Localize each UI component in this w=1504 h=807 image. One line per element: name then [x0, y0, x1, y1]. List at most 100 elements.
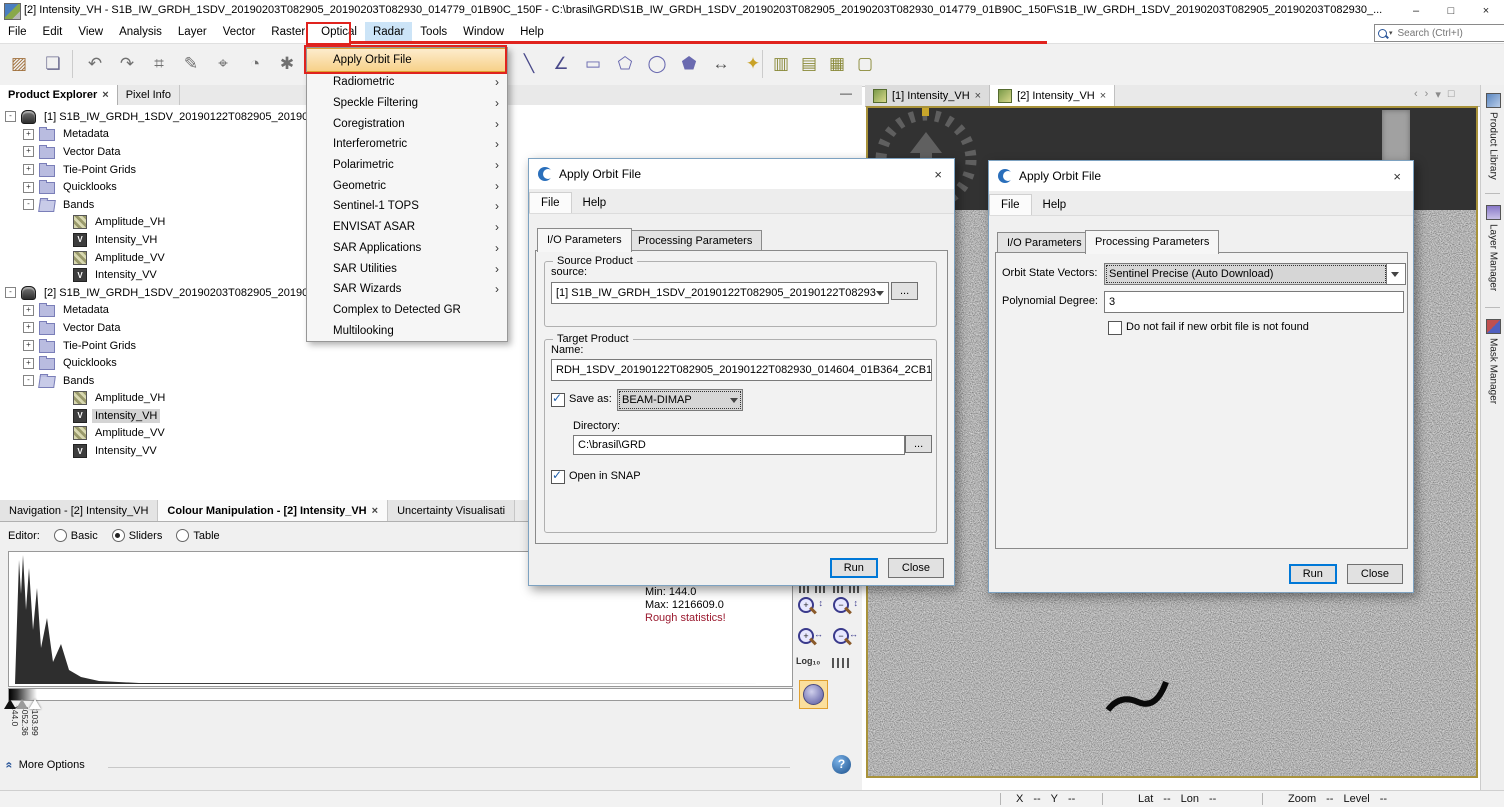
tab-io-parameters[interactable]: I/O Parameters [537, 228, 632, 252]
polygon-tool-icon[interactable]: ⬠ [612, 51, 638, 77]
dialog-menu-file[interactable]: File [529, 192, 572, 213]
tab-io-parameters[interactable]: I/O Parameters [997, 232, 1092, 253]
help-button[interactable]: ? [832, 755, 851, 774]
dock-tab-product-library[interactable]: Product Library [1484, 93, 1502, 180]
collapse-icon[interactable]: - [5, 111, 16, 122]
tie-point-grid-icon[interactable]: ⌗ [146, 51, 172, 77]
next-view-icon[interactable]: › [1425, 88, 1429, 101]
close-icon[interactable]: × [1100, 90, 1106, 102]
close-button[interactable]: Close [888, 558, 944, 578]
tree-item-label[interactable]: Vector Data [60, 321, 123, 335]
editor-table-radio[interactable]: Table [176, 529, 219, 542]
tree-item-label[interactable]: Amplitude_VV [92, 251, 168, 265]
radar-menu-multilooking[interactable]: Multilooking [307, 320, 507, 341]
close-icon[interactable]: × [1390, 169, 1404, 184]
radar-menu-sar-utilities[interactable]: SAR Utilities› [307, 258, 507, 279]
tree-item-label[interactable]: Tie-Point Grids [60, 163, 139, 177]
tree-item-label[interactable]: Amplitude_VH [92, 215, 168, 229]
do-not-fail-checkbox[interactable] [1108, 321, 1122, 335]
log-scale-button[interactable]: Log₁₀ [796, 656, 820, 666]
tree-item-label[interactable]: Quicklooks [60, 180, 120, 194]
tree-item-label[interactable]: Intensity_VH [92, 233, 160, 247]
close-icon[interactable]: × [372, 505, 378, 517]
expand-icon[interactable]: + [23, 358, 34, 369]
line-tool-icon[interactable]: ╲ [516, 51, 542, 77]
tree-item-label[interactable]: Metadata [60, 127, 112, 141]
menu-help[interactable]: Help [512, 22, 552, 43]
ellipse-tool-icon[interactable]: ◯ [644, 51, 670, 77]
polynomial-degree-input[interactable]: 3 [1104, 291, 1404, 313]
expand-icon[interactable]: + [23, 182, 34, 193]
search-input[interactable] [1396, 27, 1504, 40]
do-not-fail-label[interactable]: Do not fail if new orbit file is not fou… [1126, 321, 1309, 333]
node-link-icon[interactable]: ✱ [274, 51, 300, 77]
menu-optical[interactable]: Optical [313, 22, 365, 43]
zoom-in-horizontal-icon[interactable]: +↔ [797, 627, 823, 651]
close-window-icon[interactable]: × [1470, 0, 1502, 22]
roi-icon[interactable]: ◔ [242, 51, 268, 77]
radar-menu-speckle-filtering[interactable]: Speckle Filtering› [307, 93, 507, 114]
tile-grid-icon[interactable]: ▦ [824, 51, 850, 77]
close-icon[interactable]: × [975, 90, 981, 102]
run-button[interactable]: Run [1289, 564, 1337, 584]
run-button[interactable]: Run [830, 558, 878, 578]
menu-window[interactable]: Window [455, 22, 512, 43]
quick-search-box[interactable]: ▾ [1374, 24, 1504, 42]
max-slider-handle[interactable] [29, 699, 41, 709]
editor-basic-radio[interactable]: Basic [54, 529, 98, 542]
tab-pixel-info[interactable]: Pixel Info [118, 85, 180, 105]
dialog-menu-help[interactable]: Help [572, 193, 618, 213]
source-browse-button[interactable]: ... [891, 282, 918, 300]
orbit-combo-chevron[interactable] [1386, 263, 1406, 285]
close-button[interactable]: Close [1347, 564, 1403, 584]
expand-icon[interactable]: + [23, 129, 34, 140]
tree-item-label[interactable]: Bands [60, 198, 97, 212]
collapse-icon[interactable]: - [23, 199, 34, 210]
tab-processing-parameters[interactable]: Processing Parameters [1085, 230, 1219, 254]
open-product-icon[interactable]: ▨ [6, 51, 32, 77]
tab-processing-parameters[interactable]: Processing Parameters [628, 230, 762, 251]
target-name-input[interactable]: RDH_1SDV_20190122T082905_20190122T082930… [551, 359, 932, 381]
tab-colour-manipulation-2-intensity-vh[interactable]: Colour Manipulation - [2] Intensity_VH× [158, 500, 388, 521]
directory-input[interactable]: C:\brasil\GRD [573, 435, 905, 455]
tree-item-label[interactable]: Intensity_VH [92, 409, 160, 423]
tree-item-label[interactable]: Tie-Point Grids [60, 339, 139, 353]
rectangle-tool-icon[interactable]: ▭ [580, 51, 606, 77]
open-in-snap-checkbox[interactable] [551, 470, 565, 484]
magic-wand-icon[interactable]: ✦ [740, 51, 766, 77]
min-slider-handle[interactable] [4, 699, 16, 709]
zoom-out-vertical-icon[interactable]: −↕ [832, 596, 858, 620]
dialog-titlebar[interactable]: Apply Orbit File × [529, 159, 954, 189]
tab-navigation-2-intensity-vh[interactable]: Navigation - [2] Intensity_VH [0, 500, 158, 521]
radar-menu-complex-to-detected-gr[interactable]: Complex to Detected GR [307, 300, 507, 321]
expand-icon[interactable]: + [23, 305, 34, 316]
editor-sliders-radio[interactable]: Sliders [112, 529, 163, 542]
undo-icon[interactable]: ↶ [82, 51, 108, 77]
directory-browse-button[interactable]: ... [905, 435, 932, 453]
wkt-tool-icon[interactable]: ⬟ [676, 51, 702, 77]
prev-view-icon[interactable]: ‹ [1414, 88, 1418, 101]
save-as-label[interactable]: Save as: [569, 393, 612, 405]
tile-vertically-icon[interactable]: ▥ [768, 51, 794, 77]
tile-single-icon[interactable]: ▢ [852, 51, 878, 77]
open-in-snap-label[interactable]: Open in SNAP [569, 470, 641, 482]
dock-tab-mask-manager[interactable]: Mask Manager [1484, 319, 1502, 404]
expand-icon[interactable]: + [23, 164, 34, 175]
zoom-in-vertical-icon[interactable]: +↕ [797, 596, 823, 620]
expand-icon[interactable]: + [23, 322, 34, 333]
menu-view[interactable]: View [70, 22, 111, 43]
radar-menu-radiometric[interactable]: Radiometric› [307, 72, 507, 93]
menu-edit[interactable]: Edit [35, 22, 71, 43]
radar-menu-sentinel-1-tops[interactable]: Sentinel-1 TOPS› [307, 196, 507, 217]
view-tab-2-intensity-vh[interactable]: [2] Intensity_VH× [990, 85, 1115, 106]
tab-uncertainty-visualisati[interactable]: Uncertainty Visualisati [388, 500, 515, 521]
radar-menu-envisat-asar[interactable]: ENVISAT ASAR› [307, 217, 507, 238]
menu-raster[interactable]: Raster [263, 22, 313, 43]
more-options-toggle[interactable]: « More Options [6, 758, 85, 772]
orbit-state-vectors-combo[interactable]: Sentinel Precise (Auto Download) [1104, 263, 1388, 285]
close-icon[interactable]: × [931, 167, 945, 182]
radar-menu-sar-wizards[interactable]: SAR Wizards› [307, 279, 507, 300]
tile-horizontally-icon[interactable]: ▤ [796, 51, 822, 77]
radar-menu-interferometric[interactable]: Interferometric› [307, 134, 507, 155]
menu-vector[interactable]: Vector [215, 22, 264, 43]
